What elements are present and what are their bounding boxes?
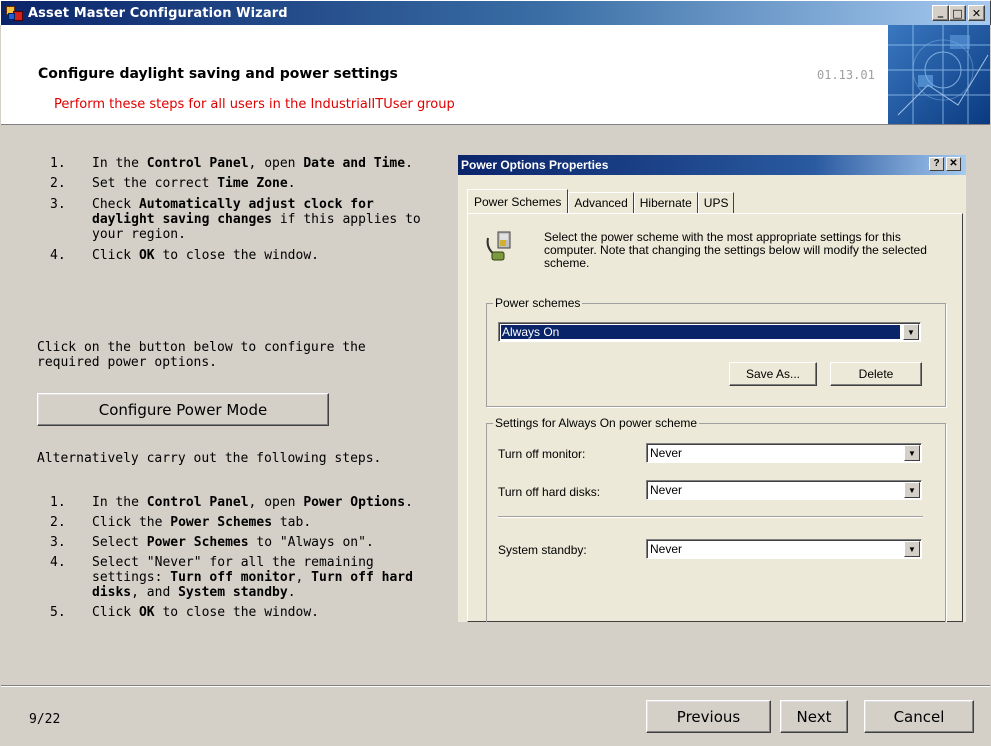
close-icon: ✕ [971, 6, 982, 20]
list-item: 4. Select "Never" for all the remaining s… [50, 555, 413, 600]
chevron-down-icon: ▼ [904, 541, 920, 557]
wizard-header: Configure daylight saving and power sett… [1, 25, 990, 125]
system-standby-select: Never ▼ [646, 539, 922, 559]
window-controls: _ □ ✕ [932, 5, 985, 21]
wizard-footer: 9/22 Previous Next Cancel [1, 685, 990, 746]
list-item: 1. In the Control Panel, open Date and Ti… [50, 156, 413, 171]
list-item: 2. Set the correct Time Zone. [50, 176, 296, 191]
configure-instructions: Click on the button below to configure t… [37, 340, 366, 370]
list-item: 2. Click the Power Schemes tab. [50, 515, 312, 530]
minimize-button[interactable]: _ [932, 5, 949, 21]
list-item: 4. Click OK to close the window. [50, 248, 319, 263]
chevron-down-icon: ▼ [904, 482, 920, 498]
list-item: 5. Click OK to close the window. [50, 605, 319, 620]
header-logo-art [888, 25, 990, 124]
daylight-steps: 1. In the Control Panel, open Date and Ti… [37, 156, 442, 273]
help-icon: ? [929, 157, 944, 171]
app-icon [6, 4, 24, 22]
minimize-icon: _ [937, 4, 944, 18]
settings-divider [498, 516, 923, 518]
step-code: 01.13.01 [817, 68, 875, 82]
page-subtitle: Perform these steps for all users in the… [54, 97, 455, 112]
list-item: 3. Check Automatically adjust clock for d… [50, 197, 421, 242]
list-item: 3. Select Power Schemes to "Always on". [50, 535, 374, 550]
scheme-settings-legend: Settings for Always On power scheme [493, 416, 700, 430]
next-button[interactable]: Next [780, 700, 848, 733]
window-title: Asset Master Configuration Wizard [28, 5, 288, 21]
save-as-button: Save As... [729, 362, 817, 386]
close-button[interactable]: ✕ [968, 5, 985, 21]
power-options-screenshot: Power Options Properties ? ✕ Power Schem… [458, 155, 966, 622]
system-standby-label: System standby: [498, 543, 587, 557]
monitor-label: Turn off monitor: [498, 447, 586, 461]
tab-power-schemes: Power Schemes [467, 189, 569, 213]
title-bar[interactable]: Asset Master Configuration Wizard _ □ ✕ [0, 0, 991, 25]
close-icon: ✕ [946, 157, 961, 171]
cancel-button[interactable]: Cancel [864, 700, 974, 733]
power-plug-icon [484, 230, 516, 264]
previous-button[interactable]: Previous [646, 700, 771, 733]
power-steps: 1. In the Control Panel, open Power Optio… [37, 495, 442, 630]
hard-disks-label: Turn off hard disks: [498, 485, 601, 499]
tab-advanced: Advanced [568, 192, 634, 213]
configure-power-mode-button[interactable]: Configure Power Mode [37, 393, 329, 426]
power-options-tabs: Power Schemes Advanced Hibernate UPS [467, 189, 735, 213]
power-scheme-select: Always On ▼ [498, 322, 921, 342]
hard-disks-select: Never ▼ [646, 480, 922, 500]
tab-hibernate: Hibernate [633, 192, 698, 213]
page-title: Configure daylight saving and power sett… [38, 66, 398, 82]
alternative-instructions: Alternatively carry out the following st… [37, 451, 382, 466]
chevron-down-icon: ▼ [904, 445, 920, 461]
chevron-down-icon: ▼ [903, 324, 919, 340]
power-options-title: Power Options Properties ? ✕ [458, 155, 966, 175]
power-schemes-group: Power schemes [486, 296, 946, 407]
power-schemes-legend: Power schemes [493, 296, 583, 310]
maximize-icon: □ [952, 6, 963, 20]
power-options-description: Select the power scheme with the most ap… [544, 230, 927, 270]
list-item: 1. In the Control Panel, open Power Optio… [50, 495, 413, 510]
page-counter: 9/22 [29, 712, 61, 727]
delete-button: Delete [830, 362, 922, 386]
maximize-button[interactable]: □ [949, 5, 966, 21]
tab-ups: UPS [697, 192, 735, 213]
monitor-select: Never ▼ [646, 443, 922, 463]
